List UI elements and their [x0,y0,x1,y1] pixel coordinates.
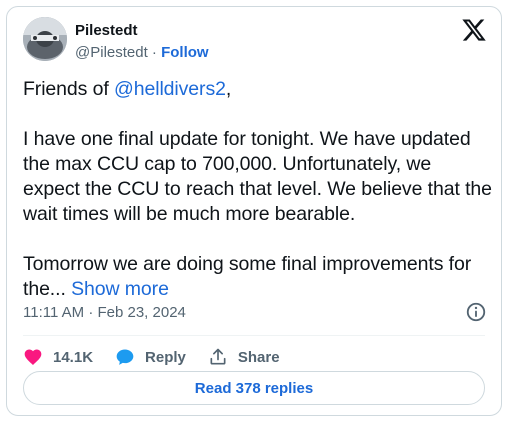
like-count: 14.1K [53,348,94,366]
reply-button[interactable]: Reply [115,347,186,367]
divider [23,335,485,336]
tweet-paragraph-2: I have one final update for tonight. We … [23,128,492,225]
author-name[interactable]: Pilestedt [75,21,138,40]
tweet-timestamp[interactable]: 11:11 AM · Feb 23, 2024 [23,303,186,322]
mention-link[interactable]: @helldivers2 [114,78,226,100]
separator: · [147,44,162,61]
author-handle[interactable]: @Pilestedt [75,44,148,61]
info-icon[interactable] [465,301,487,323]
follow-button[interactable]: Follow [161,44,209,61]
avatar[interactable] [23,17,67,61]
greeting-suffix: , [225,78,232,100]
action-bar: 14.1K Reply Share [23,342,302,372]
share-button[interactable]: Share [208,347,280,367]
share-label: Share [237,348,280,366]
heart-icon [24,349,42,365]
tweet-paragraph-3: Tomorrow we are doing some final improve… [23,252,493,302]
greeting-prefix: Friends of [23,78,115,100]
read-replies-label: Read 378 replies [194,379,314,397]
read-replies-button[interactable]: Read 378 replies [23,371,485,405]
show-more-link[interactable]: Show more [71,278,169,300]
like-button[interactable]: 14.1K [23,347,93,367]
share-upload-icon [210,348,226,365]
author-handle-row: @Pilestedt · Follow [75,43,209,62]
x-logo-icon[interactable] [461,17,487,43]
tweet-greeting: Friends of @helldivers2, [23,77,493,102]
tweet-card: Pilestedt @Pilestedt · Follow Friends of… [6,6,502,416]
tweet-text: Friends of @helldivers2, I have one fina… [23,77,493,302]
speech-bubble-icon [116,349,134,365]
reply-label: Reply [145,348,186,366]
